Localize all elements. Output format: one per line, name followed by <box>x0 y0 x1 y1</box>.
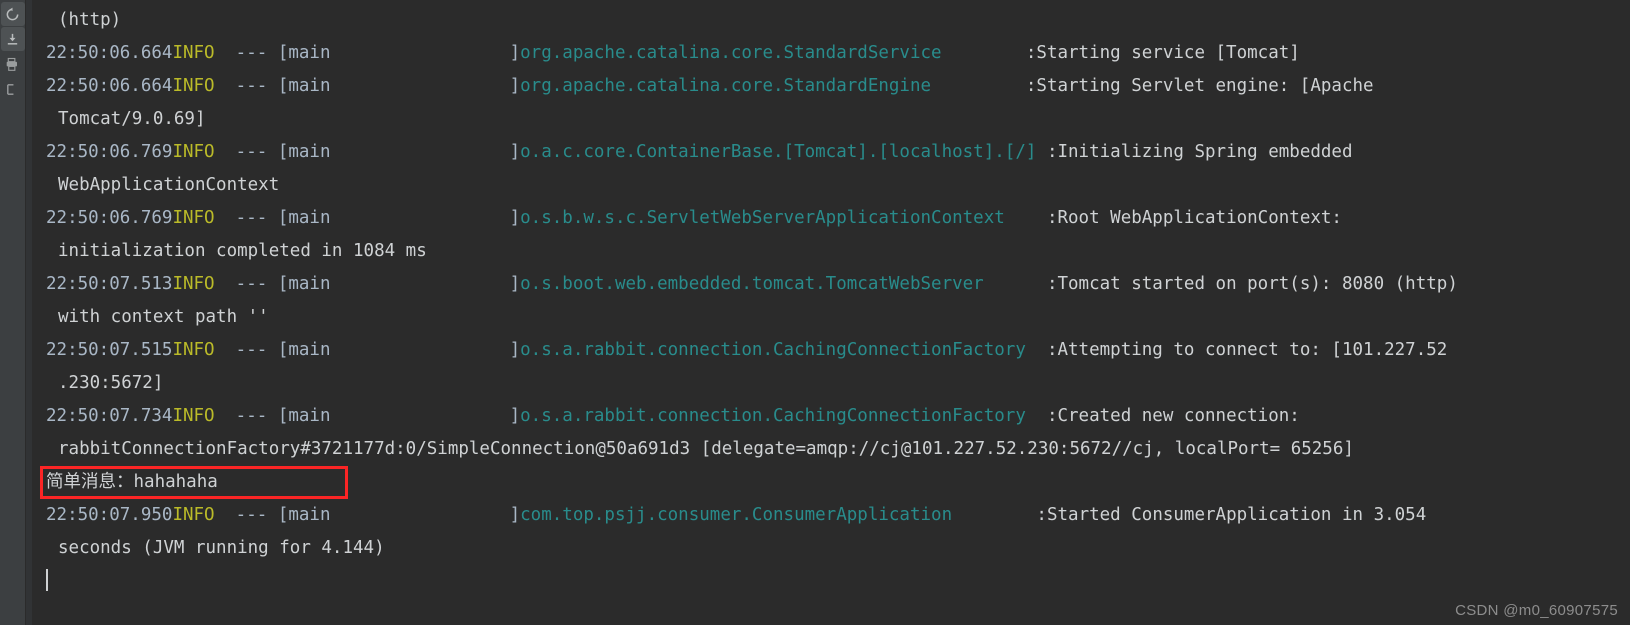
log-separator: --- <box>214 43 278 63</box>
log-padding <box>1026 340 1047 360</box>
log-line: 22:50:07.515INFO --- [main ]o.s.a.rabbit… <box>32 334 1630 367</box>
log-logger: o.s.a.rabbit.connection.CachingConnectio… <box>520 340 1026 360</box>
log-line: 22:50:07.734INFO --- [main ]o.s.a.rabbit… <box>32 400 1630 433</box>
log-line-continuation: Tomcat/9.0.69] <box>32 103 1630 136</box>
log-message-wrapped: with context path '' <box>58 307 269 327</box>
log-separator: --- <box>214 142 278 162</box>
highlight-line-text: 简单消息：hahahaha <box>32 466 1630 499</box>
log-thread: [main ] <box>277 208 521 228</box>
log-logger: com.top.psjj.consumer.ConsumerApplicatio… <box>520 505 953 525</box>
log-line: 22:50:07.950INFO --- [main ]com.top.psjj… <box>32 499 1630 532</box>
log-separator: --- <box>214 406 278 426</box>
log-message: :Starting service [Tomcat] <box>1025 43 1300 63</box>
log-message: :Attempting to connect to: [101.227.52 <box>1046 340 1448 360</box>
log-line: 22:50:07.513INFO --- [main ]o.s.boot.web… <box>32 268 1630 301</box>
log-timestamp: 22:50:07.734 <box>46 406 173 426</box>
log-message: :Root WebApplicationContext: <box>1046 208 1342 228</box>
message-value: hahahaha <box>133 472 218 492</box>
log-line-continuation: .230:5672] <box>32 367 1630 400</box>
log-timestamp: 22:50:06.664 <box>46 43 173 63</box>
log-line: 22:50:06.769INFO --- [main ]o.s.b.w.s.c.… <box>32 202 1630 235</box>
log-level: INFO <box>172 505 215 525</box>
log-padding <box>1036 142 1047 162</box>
log-message-wrapped: WebApplicationContext <box>58 175 280 195</box>
log-timestamp: 22:50:06.664 <box>46 76 173 96</box>
console-toolbar <box>0 0 26 625</box>
log-logger: org.apache.catalina.core.StandardEngine <box>520 76 932 96</box>
log-level: INFO <box>172 208 215 228</box>
log-logger: o.s.a.rabbit.connection.CachingConnectio… <box>520 406 1026 426</box>
log-line: 22:50:06.664INFO --- [main ]org.apache.c… <box>32 70 1630 103</box>
log-message-wrapped: initialization completed in 1084 ms <box>58 241 427 261</box>
log-line: 22:50:06.769INFO --- [main ]o.a.c.core.C… <box>32 136 1630 169</box>
log-message-wrapped: seconds (JVM running for 4.144) <box>58 538 385 558</box>
log-timestamp: 22:50:07.513 <box>46 274 173 294</box>
log-message-wrapped: Tomcat/9.0.69] <box>58 109 206 129</box>
log-thread: [main ] <box>277 406 521 426</box>
log-padding <box>931 76 1026 96</box>
log-logger: o.s.b.w.s.c.ServletWebServerApplicationC… <box>520 208 1005 228</box>
console-input-line[interactable] <box>32 565 1630 595</box>
log-line-continuation: WebApplicationContext <box>32 169 1630 202</box>
log-message: :Tomcat started on port(s): 8080 (http) <box>1046 274 1458 294</box>
log-timestamp: 22:50:06.769 <box>46 208 173 228</box>
log-level: INFO <box>172 76 215 96</box>
log-timestamp: 22:50:07.515 <box>46 340 173 360</box>
log-message: :Started ConsumerApplication in 3.054 <box>1036 505 1427 525</box>
message-label: 简单消息： <box>46 472 134 492</box>
log-level: INFO <box>172 142 215 162</box>
log-level: INFO <box>172 274 215 294</box>
log-logger: org.apache.catalina.core.StandardService <box>520 43 942 63</box>
log-padding <box>942 43 1026 63</box>
soft-wrap-icon[interactable] <box>1 77 25 101</box>
rerun-icon[interactable] <box>0 2 25 26</box>
log-padding <box>984 274 1047 294</box>
log-logger: o.a.c.core.ContainerBase.[Tomcat].[local… <box>520 142 1037 162</box>
log-thread: [main ] <box>277 274 521 294</box>
log-separator: --- <box>214 76 278 96</box>
log-separator: --- <box>214 340 278 360</box>
log-line-continuation: (http) <box>32 4 1630 37</box>
scroll-to-end-icon[interactable] <box>0 27 25 51</box>
log-line: 22:50:06.664INFO --- [main ]org.apache.c… <box>32 37 1630 70</box>
console-log-output[interactable]: (http) 22:50:06.664INFO --- [main ]org.ap… <box>32 0 1630 625</box>
log-message-wrapped: .230:5672] <box>58 373 164 393</box>
print-icon[interactable] <box>1 52 25 76</box>
log-logger: o.s.boot.web.embedded.tomcat.TomcatWebSe… <box>520 274 984 294</box>
text-caret <box>46 569 48 591</box>
log-message: :Initializing Spring embedded <box>1046 142 1353 162</box>
log-thread: [main ] <box>277 43 521 63</box>
log-thread: [main ] <box>277 505 521 525</box>
watermark: CSDN @m0_60907575 <box>1455 602 1618 619</box>
log-message: :Starting Servlet engine: [Apache <box>1025 76 1374 96</box>
log-padding <box>1026 406 1047 426</box>
highlighted-log-line: 简单消息：hahahaha <box>32 466 1630 499</box>
log-message-wrapped: (http) <box>58 10 122 30</box>
log-padding <box>1005 208 1047 228</box>
log-separator: --- <box>214 505 278 525</box>
log-line-continuation: with context path '' <box>32 301 1630 334</box>
log-line-continuation: seconds (JVM running for 4.144) <box>32 532 1630 565</box>
log-thread: [main ] <box>277 340 521 360</box>
log-line-continuation: rabbitConnectionFactory#3721177d:0/Simpl… <box>32 433 1630 466</box>
console-window: (http) 22:50:06.664INFO --- [main ]org.ap… <box>0 0 1630 625</box>
log-level: INFO <box>172 43 215 63</box>
log-message-wrapped: rabbitConnectionFactory#3721177d:0/Simpl… <box>58 439 1354 459</box>
log-separator: --- <box>214 208 278 228</box>
log-timestamp: 22:50:06.769 <box>46 142 173 162</box>
log-timestamp: 22:50:07.950 <box>46 505 173 525</box>
log-padding <box>952 505 1036 525</box>
log-message: :Created new connection: <box>1046 406 1300 426</box>
log-level: INFO <box>172 406 215 426</box>
log-thread: [main ] <box>277 76 521 96</box>
log-level: INFO <box>172 340 215 360</box>
log-thread: [main ] <box>277 142 521 162</box>
log-line-continuation: initialization completed in 1084 ms <box>32 235 1630 268</box>
log-separator: --- <box>214 274 278 294</box>
